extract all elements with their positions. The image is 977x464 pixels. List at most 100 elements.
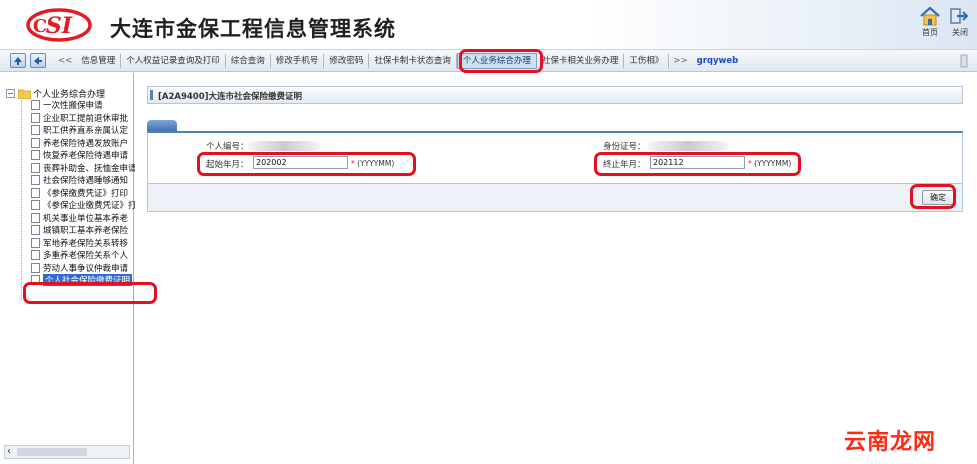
- sidebar-tree-item-label: 《参保缴费凭证》打印: [43, 188, 129, 199]
- document-icon: [31, 187, 40, 198]
- home-label: 首页: [922, 28, 938, 37]
- arrow-up-icon: [14, 57, 22, 65]
- sidebar-tree-item[interactable]: 一次性搬保申请: [31, 99, 135, 112]
- document-icon: [31, 262, 40, 273]
- tree-item-list: 一次性搬保申请 企业职工提前退休审批 职工供养直系亲属认定 养老保险待遇发放账户 恢复养…: [31, 99, 135, 287]
- start-month-input[interactable]: [253, 156, 348, 169]
- sidebar-tree-item[interactable]: 《参保缴费凭证》打印: [31, 187, 135, 200]
- sidebar-tree-item[interactable]: 《参保企业缴费凭证》打印: [31, 199, 135, 212]
- tab-item[interactable]: 工伤相》: [624, 54, 670, 68]
- app-title: 大连市金保工程信息管理系统: [110, 17, 396, 41]
- sidebar-tree-item[interactable]: 养老保险待遇发放账户: [31, 137, 135, 150]
- start-month-format-hint: * (YYYYMM): [351, 159, 394, 168]
- scroll-handle-icon: [960, 54, 968, 68]
- document-icon: [31, 200, 40, 211]
- sidebar-tree-item[interactable]: 社会保险待遇睡够通知: [31, 174, 135, 187]
- sidebar-tree-item-label: 社会保险待遇睡够通知: [43, 176, 129, 187]
- document-icon: [31, 275, 40, 286]
- document-icon: [31, 125, 40, 136]
- query-form: 个人编号： 身份证号： 起始年月： * (YYYYMM) 终止年月： * (YY…: [147, 131, 963, 184]
- tab-toolbar: << 信息管理 个人权益记录查询及打印 综合查询 修改手机号 修改密码 社保卡制卡状态查询个…: [0, 50, 977, 72]
- sidebar-tree-item-label: 恢复养老保险待遇申请: [43, 151, 129, 162]
- arrow-left-icon: [34, 57, 42, 65]
- sidebar-tree-item-label: 多重养老保险关系个人: [43, 251, 129, 262]
- tab-scroll-marker[interactable]: >>: [669, 54, 691, 68]
- tab-item[interactable]: 个人权益记录查询及打印: [121, 54, 226, 68]
- scrollbar-thumb[interactable]: [17, 448, 87, 456]
- tab-scroll-right[interactable]: [959, 54, 969, 68]
- tree-connector: [21, 100, 22, 300]
- tab-item[interactable]: 修改手机号: [271, 54, 325, 68]
- nav-back-button[interactable]: [30, 53, 46, 68]
- sidebar-tree-item[interactable]: 劳动人事争议仲裁申请: [31, 262, 135, 275]
- end-month-label: 终止年月：: [603, 160, 646, 170]
- exit-label: 关闭: [952, 28, 968, 37]
- tab-item[interactable]: 综合查询: [226, 54, 271, 68]
- document-icon: [31, 175, 40, 186]
- sidebar-tree-item-label: 《参保企业缴费凭证》打印: [43, 201, 135, 212]
- format-hint-text: (YYYYMM): [357, 159, 395, 168]
- sidebar-tree-item-label: 丧葬补助金、抚恤金申请: [43, 163, 135, 174]
- collapse-icon[interactable]: −: [6, 89, 15, 98]
- sidebar-tree-item-label: 一次性搬保申请: [43, 101, 103, 112]
- svg-text:SI: SI: [46, 13, 73, 39]
- document-icon: [31, 225, 40, 236]
- folder-icon: [18, 89, 31, 99]
- document-icon: [31, 250, 40, 261]
- sidebar-tree-item-label: 军地养老保险关系转移: [43, 238, 129, 249]
- start-month-label: 起始年月：: [206, 160, 249, 170]
- csi-logo: SI C: [26, 8, 92, 42]
- sidebar-tree-item-label: 劳动人事争议仲裁申请: [43, 263, 129, 274]
- sidebar-tree-item[interactable]: 军地养老保险关系转移: [31, 237, 135, 250]
- sidebar-tree-item[interactable]: 城镇职工基本养老保险: [31, 224, 135, 237]
- home-button[interactable]: 首页: [914, 6, 946, 38]
- confirm-button[interactable]: 确定: [922, 190, 954, 205]
- tab-item[interactable]: 信息管理: [76, 54, 122, 68]
- document-icon: [31, 212, 40, 223]
- sidebar-tree-item[interactable]: 机关事业单位基本养老: [31, 212, 135, 225]
- tab-item[interactable]: 个人业务综合办理: [456, 53, 537, 69]
- end-month-input[interactable]: [650, 156, 745, 169]
- sidebar-tree: − 个人业务综合办理 一次性搬保申请 企业职工提前退休审批 职工供养直系亲属认定 养老…: [0, 73, 135, 464]
- title-marker: [150, 90, 153, 100]
- tab-item[interactable]: 社保卡制卡状态查询: [369, 54, 457, 68]
- page-title-bar: [A2A9400]大连市社会保险缴费证明: [147, 86, 963, 104]
- sidebar-tree-item[interactable]: 多重养老保险关系个人: [31, 249, 135, 262]
- sidebar-tree-item[interactable]: 个人社会保险缴费证明: [31, 274, 135, 287]
- end-month-format-hint: * (YYYYMM): [748, 159, 791, 168]
- watermark-logo: 云南龙网: [844, 430, 937, 455]
- sidebar-tree-item-label: 机关事业单位基本养老: [43, 213, 129, 224]
- document-icon: [31, 162, 40, 173]
- person-id-label: 个人编号：: [206, 142, 249, 152]
- svg-text:C: C: [33, 16, 47, 37]
- sidebar-tree-item-label: 职工供养直系亲属认定: [43, 126, 129, 137]
- tab-scroll-marker[interactable]: <<: [54, 54, 76, 68]
- id-card-label: 身份证号：: [603, 142, 646, 152]
- main-panel: [A2A9400]大连市社会保险缴费证明 个人编号： 身份证号： 起始年月： *…: [135, 73, 977, 464]
- document-icon: [31, 137, 40, 148]
- home-icon: [920, 6, 940, 26]
- sidebar-tree-item-label: 城镇职工基本养老保险: [43, 226, 129, 237]
- app-header: SI C 大连市金保工程信息管理系统 首页 关闭: [0, 0, 977, 50]
- tab-item[interactable]: 社保卡相关业务办理: [537, 54, 625, 68]
- scroll-left-icon[interactable]: ‹: [7, 446, 11, 458]
- tab-strip: << 信息管理 个人权益记录查询及打印 综合查询 修改手机号 修改密码 社保卡制卡状态查询个…: [54, 50, 743, 72]
- page-title: [A2A9400]大连市社会保险缴费证明: [158, 92, 302, 102]
- sidebar-tree-item-label: 养老保险待遇发放账户: [43, 138, 129, 149]
- form-button-bar: [147, 184, 963, 212]
- exit-button[interactable]: 关闭: [944, 6, 976, 38]
- required-mark: *: [748, 159, 752, 168]
- sidebar-tree-item[interactable]: 丧葬补助金、抚恤金申请: [31, 162, 135, 175]
- sidebar-tree-item[interactable]: 企业职工提前退休审批: [31, 112, 135, 125]
- format-hint-text: (YYYYMM): [754, 159, 792, 168]
- document-icon: [31, 237, 40, 248]
- current-user[interactable]: grqyweb: [692, 54, 744, 68]
- sidebar-tree-item[interactable]: 职工供养直系亲属认定: [31, 124, 135, 137]
- tab-item[interactable]: 修改密码: [324, 54, 370, 68]
- document-icon: [31, 112, 40, 123]
- required-mark: *: [351, 159, 355, 168]
- sidebar-tree-item[interactable]: 恢复养老保险待遇申请: [31, 149, 135, 162]
- document-icon: [31, 150, 40, 161]
- sidebar-horizontal-scrollbar[interactable]: ‹: [4, 445, 130, 459]
- nav-up-button[interactable]: [10, 53, 26, 68]
